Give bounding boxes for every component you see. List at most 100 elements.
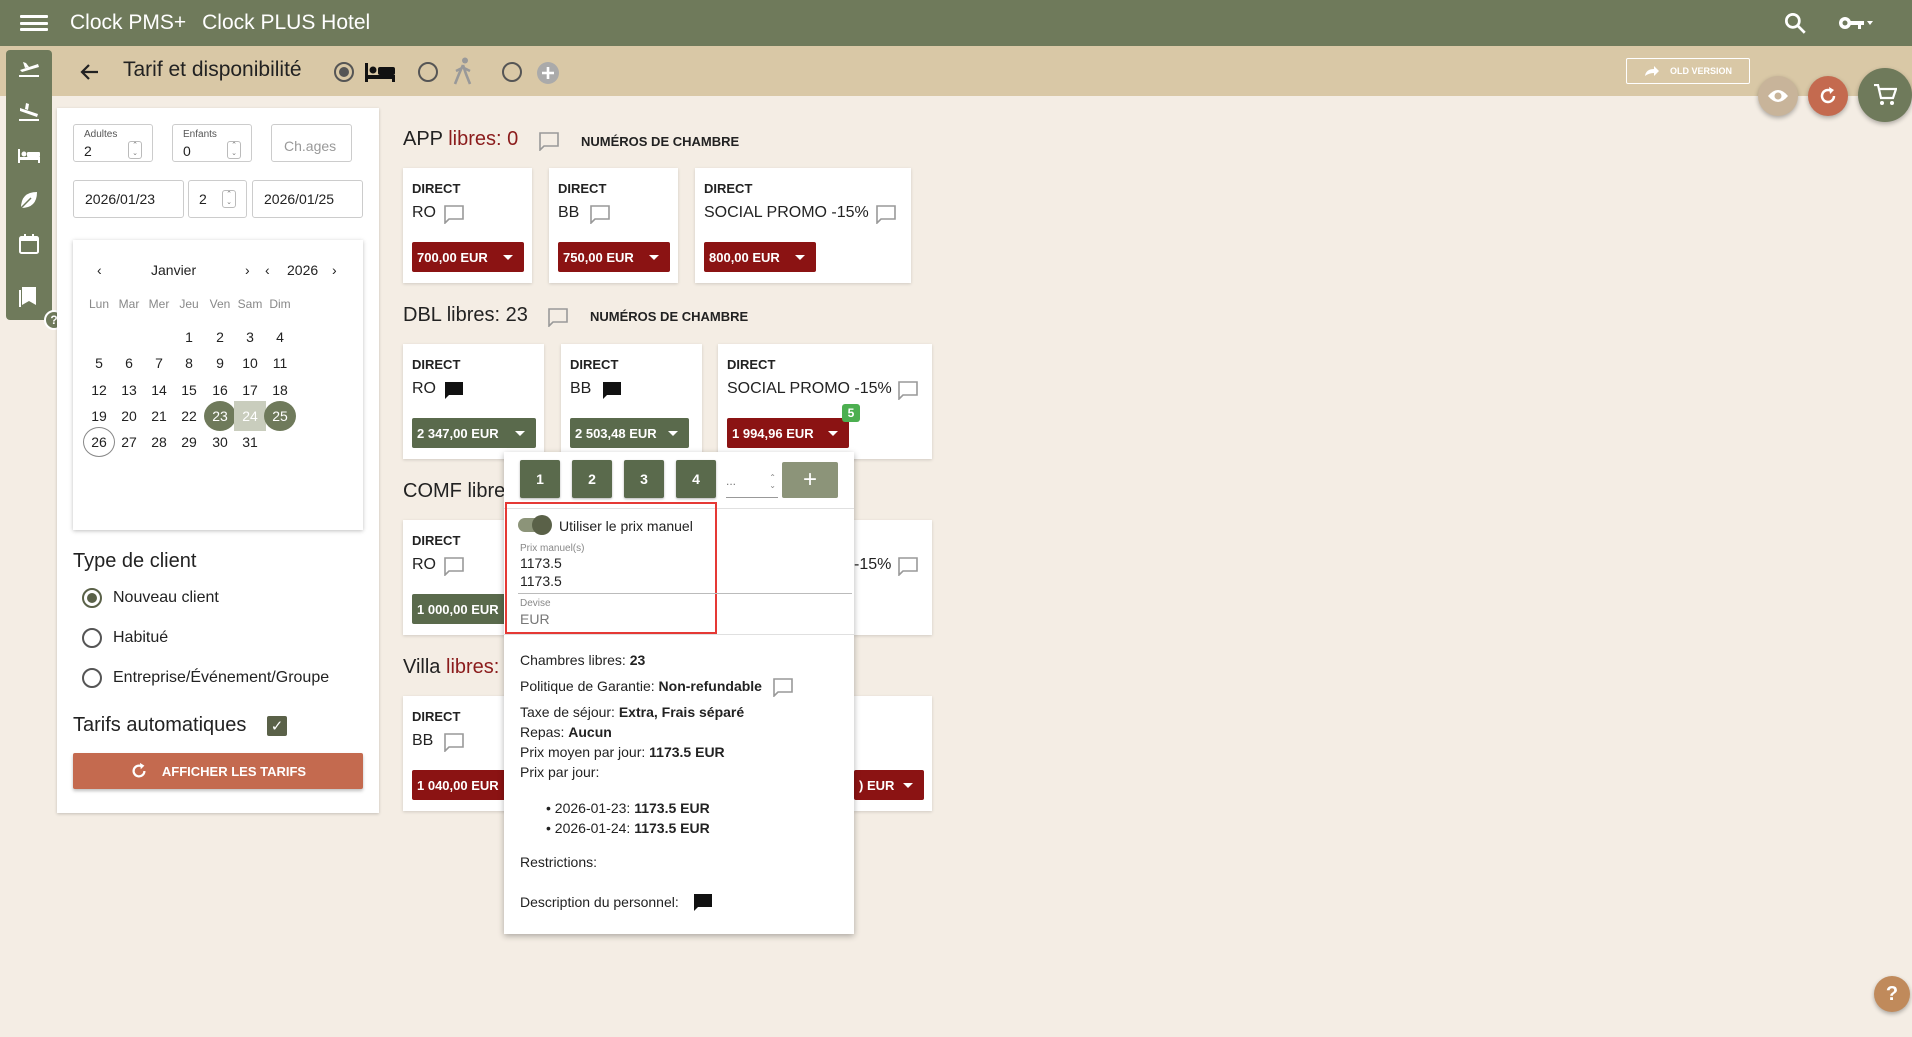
calendar-day[interactable]: 26 xyxy=(83,427,115,458)
refresh-button[interactable] xyxy=(1808,76,1848,116)
comment-outline-icon[interactable] xyxy=(897,556,919,576)
rate-card-villa-partial: ) EUR xyxy=(854,696,932,811)
comment-filled-icon[interactable] xyxy=(443,380,465,400)
rate-name: BB xyxy=(412,732,434,749)
menu-icon[interactable] xyxy=(20,13,48,33)
comment-outline-icon[interactable] xyxy=(538,131,560,151)
auto-rates-checkbox[interactable]: ✓ xyxy=(267,716,287,736)
comment-outline-icon[interactable] xyxy=(589,204,611,224)
preview-button[interactable] xyxy=(1758,76,1798,116)
bed-nav-icon[interactable] xyxy=(17,144,41,168)
page-header: Tarif et disponibilité OLD VERSION xyxy=(0,46,1912,96)
cart-button[interactable] xyxy=(1858,68,1912,122)
comment-outline-icon[interactable] xyxy=(443,556,465,576)
day-date: 2026-01-24: xyxy=(554,820,631,836)
calendar-icon[interactable] xyxy=(17,232,41,256)
room-availability: libres: xyxy=(446,656,500,678)
calendar-day[interactable]: 28 xyxy=(143,427,175,457)
price-dropdown[interactable]: 700,00 EUR xyxy=(412,242,524,272)
auto-rates-title: Tarifs automatiques xyxy=(73,714,247,736)
month-label: Janvier xyxy=(151,262,197,278)
room-numbers-link[interactable]: NUMÉROS DE CHAMBRE xyxy=(590,309,748,324)
calendar-day[interactable]: 25 xyxy=(264,400,296,431)
show-rates-button[interactable]: AFFICHER LES TARIFS xyxy=(73,753,363,789)
prev-year-icon[interactable]: ‹ xyxy=(265,262,270,278)
price-value: 1 994,96 EUR xyxy=(732,425,814,441)
comment-outline-icon[interactable] xyxy=(772,677,794,697)
comment-outline-icon[interactable] xyxy=(897,380,919,400)
comment-outline-icon[interactable] xyxy=(547,307,569,327)
adults-stepper-icon[interactable]: ⌃ ⌄ xyxy=(128,141,142,159)
price-dropdown[interactable]: 2 347,00 EUR xyxy=(412,418,536,448)
back-arrow-icon[interactable] xyxy=(78,60,102,84)
help-icon[interactable]: ? xyxy=(1874,976,1910,1012)
comment-filled-icon[interactable] xyxy=(692,892,714,912)
price-dropdown[interactable]: ) EUR xyxy=(854,770,924,800)
children-field[interactable]: Enfants 0 ⌃ ⌄ xyxy=(172,124,252,162)
room-count-4-button[interactable]: 4 xyxy=(676,460,716,498)
manual-price-toggle[interactable] xyxy=(518,515,552,535)
rate-name: BB xyxy=(570,380,592,397)
calendar-day[interactable]: 27 xyxy=(113,427,145,457)
manual-price-2[interactable]: 1173.5 xyxy=(520,573,562,589)
price-dropdown[interactable]: 2 503,48 EUR xyxy=(570,418,689,448)
room-count-1-button[interactable]: 1 xyxy=(520,460,560,498)
room-type-villa-header: Villa libres: xyxy=(403,656,499,679)
price-value: 750,00 EUR xyxy=(563,249,634,265)
rate-name: RO xyxy=(412,556,436,573)
children-stepper-icon[interactable]: ⌃ ⌄ xyxy=(227,141,241,159)
child-ages-field[interactable]: Ch.ages xyxy=(271,124,352,162)
flight-arrival-icon[interactable] xyxy=(17,100,41,124)
currency-value[interactable]: EUR xyxy=(520,611,550,627)
room-availability: libres: 0 xyxy=(448,128,519,150)
calendar-day[interactable]: 31 xyxy=(234,427,266,457)
date-to-input[interactable]: 2026/01/25 xyxy=(252,180,363,218)
comment-filled-icon[interactable] xyxy=(601,380,623,400)
nights-field[interactable]: 2 ⌃ ⌄ xyxy=(188,180,247,218)
leaf-icon[interactable] xyxy=(17,188,41,212)
comment-outline-icon[interactable] xyxy=(875,204,897,224)
date-from-input[interactable]: 2026/01/23 xyxy=(73,180,184,218)
room-count-stepper-icon[interactable]: ⌃ ⌄ xyxy=(769,474,776,490)
mode-radio-activities[interactable] xyxy=(418,62,438,82)
adults-field[interactable]: Adultes 2 ⌃ ⌄ xyxy=(73,124,153,162)
nights-stepper-icon[interactable]: ⌃ ⌄ xyxy=(222,190,236,208)
room-count-2-button[interactable]: 2 xyxy=(572,460,612,498)
comment-outline-icon[interactable] xyxy=(443,204,465,224)
mode-radio-rooms[interactable] xyxy=(334,62,354,82)
key-dropdown-icon[interactable] xyxy=(1838,12,1874,34)
price-dropdown[interactable]: 1 994,96 EUR xyxy=(727,418,849,448)
price-dropdown[interactable]: 800,00 EUR xyxy=(704,242,816,272)
bookmarks-icon[interactable] xyxy=(17,284,41,308)
old-version-button[interactable]: OLD VERSION xyxy=(1626,58,1750,84)
next-year-icon[interactable]: › xyxy=(332,262,337,278)
room-numbers-link[interactable]: NUMÉROS DE CHAMBRE xyxy=(581,134,739,149)
count-badge: 5 xyxy=(842,404,860,422)
flight-departure-icon[interactable] xyxy=(17,56,41,80)
rate-card-comf-partial: -15% xyxy=(854,520,932,635)
old-version-label: OLD VERSION xyxy=(1669,66,1732,76)
search-icon[interactable] xyxy=(1782,10,1808,36)
caret-down-icon xyxy=(668,431,678,436)
rate-channel: DIRECT xyxy=(558,181,607,196)
room-count-3-button[interactable]: 3 xyxy=(624,460,664,498)
calendar-day[interactable]: 30 xyxy=(204,427,236,457)
prev-month-icon[interactable]: ‹ xyxy=(97,262,102,278)
room-type-name: Villa xyxy=(403,656,441,678)
caret-down-icon xyxy=(649,255,659,260)
room-count-input[interactable]: ... ⌃ ⌄ xyxy=(726,474,778,498)
meals-label: Repas: xyxy=(520,724,565,740)
calendar-day[interactable]: 29 xyxy=(173,427,205,457)
day-price: 1173.5 EUR xyxy=(634,820,710,836)
add-room-button[interactable]: + xyxy=(782,462,838,498)
manual-price-1[interactable]: 1173.5 xyxy=(520,555,562,571)
price-dropdown[interactable]: 750,00 EUR xyxy=(558,242,670,272)
radio-entreprise[interactable] xyxy=(82,668,102,688)
radio-habitue[interactable] xyxy=(82,628,102,648)
next-month-icon[interactable]: › xyxy=(245,262,250,278)
mode-radio-extras[interactable] xyxy=(502,62,522,82)
radio-nouveau-client[interactable] xyxy=(82,588,102,608)
price-value: 800,00 EUR xyxy=(709,249,780,265)
comment-outline-icon[interactable] xyxy=(443,732,465,752)
staff-description-label: Description du personnel: xyxy=(520,894,679,910)
